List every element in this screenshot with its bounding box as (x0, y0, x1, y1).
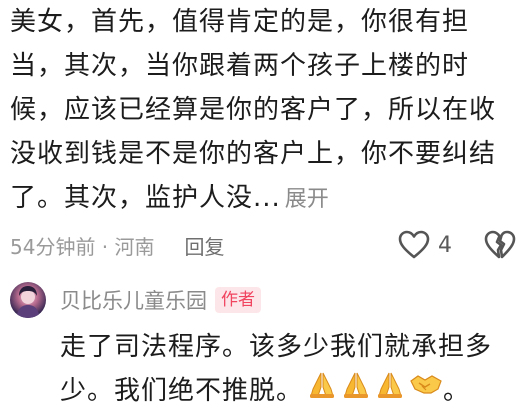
broken-heart-icon[interactable] (484, 229, 516, 261)
reply-author: 贝比乐儿童乐园 作者 (60, 284, 261, 316)
like-button[interactable]: 4 (398, 229, 452, 261)
avatar[interactable] (10, 282, 46, 318)
folded-hands-icon (341, 369, 371, 406)
reply-text[interactable]: 走了司法程序。该多少我们就承担多 少。我们绝不推脱。 。 (60, 325, 520, 406)
comment-line: 候，应该已经算是你的客户了，所以在收 (10, 95, 497, 125)
reply-line-last: 少。我们绝不推脱。 。 (60, 369, 520, 406)
comment-line: 美女，首先，值得肯定的是，你很有担 (10, 7, 470, 37)
comment-text[interactable]: 美女，首先，值得肯定的是，你很有担 当，其次，当你跟着两个孩子上楼的时 候，应该… (10, 0, 515, 220)
comment-time-location: 54分钟前 · 河南 (10, 234, 155, 259)
avatar-image (16, 286, 40, 318)
expand-button[interactable]: 展开 (285, 187, 329, 212)
folded-hands-icon (375, 369, 405, 406)
author-name[interactable]: 贝比乐儿童乐园 (60, 285, 207, 315)
comment-line: 没收到钱是不是你的客户上，你不要纠结 (10, 139, 497, 169)
comment-meta: 54分钟前 · 河南 回复 (10, 230, 225, 260)
reply-line: 走了司法程序。该多少我们就承担多 (60, 332, 493, 362)
reply-trailing-text: 。 (443, 376, 471, 406)
reply-button[interactable]: 回复 (185, 231, 225, 260)
comment-line-last: 了。其次，监护人没... 展开 (10, 176, 515, 220)
comment-thread: 美女，首先，值得肯定的是，你很有担 当，其次，当你跟着两个孩子上楼的时 候，应该… (0, 0, 532, 406)
author-badge: 作者 (215, 287, 261, 313)
reply-line-text: 少。我们绝不推脱。 (60, 376, 304, 406)
like-count: 4 (438, 232, 452, 258)
comment-line: 当，其次，当你跟着两个孩子上楼的时 (10, 51, 470, 81)
handshake-icon (409, 369, 443, 406)
folded-hands-icon (307, 369, 337, 406)
heart-outline-icon (398, 230, 430, 259)
comment-line-text: 了。其次，监护人没... (10, 183, 281, 213)
